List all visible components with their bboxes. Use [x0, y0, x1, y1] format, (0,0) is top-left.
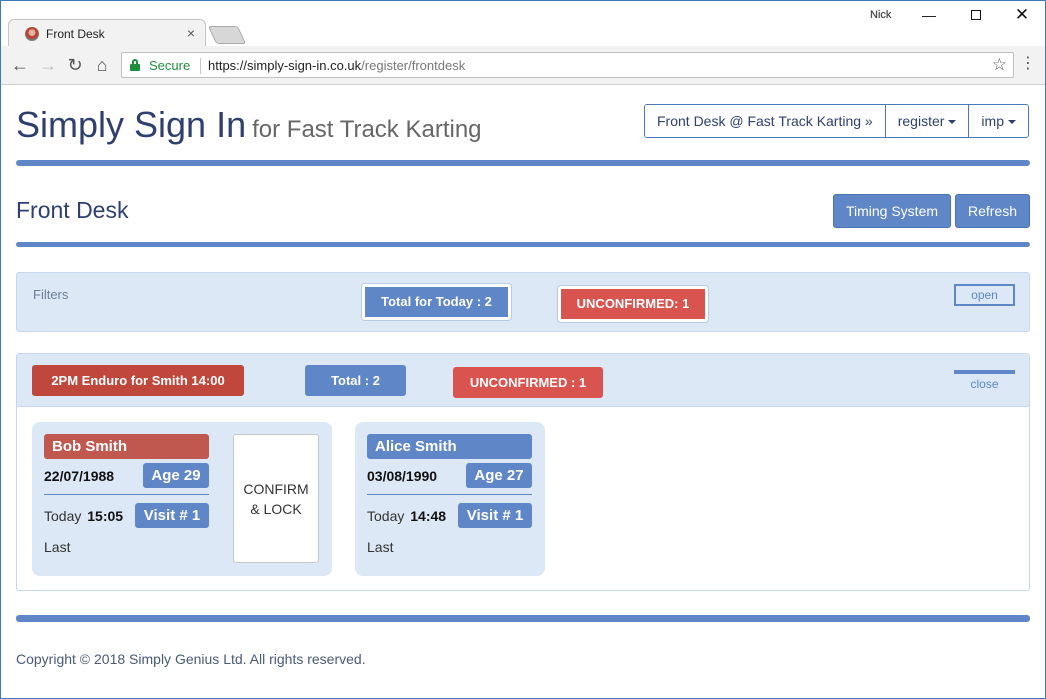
- session-header: 2PM Enduro for Smith 14:00 Total : 2 UNC…: [17, 354, 1029, 407]
- minimize-button[interactable]: —: [906, 4, 952, 26]
- brand-title[interactable]: Simply Sign In for Fast Track Karting: [16, 104, 482, 146]
- attendee-visit-badge: Visit # 1: [458, 503, 532, 528]
- filters-open-button[interactable]: open: [954, 284, 1015, 306]
- register-dropdown[interactable]: register: [885, 105, 970, 137]
- new-tab-button[interactable]: [207, 26, 247, 44]
- unconfirmed-filter-badge[interactable]: UNCONFIRMED: 1: [558, 286, 708, 322]
- browser-toolbar: ← → ↻ ⌂ Secure https://simply-sign-in.co…: [1, 46, 1045, 85]
- address-separator: [200, 58, 201, 74]
- attendee-age-badge: Age 27: [466, 463, 532, 488]
- close-window-button[interactable]: ✕: [999, 4, 1045, 26]
- reload-icon[interactable]: ↻: [64, 54, 86, 76]
- attendee-card: Alice Smith 03/08/1990 Age 27 Today 14:4…: [355, 422, 545, 576]
- profile-name[interactable]: Nick: [870, 9, 891, 21]
- maximize-icon: [971, 10, 981, 20]
- session-panel: 2PM Enduro for Smith 14:00 Total : 2 UNC…: [16, 353, 1030, 591]
- session-total-badge[interactable]: Total : 2: [305, 365, 406, 396]
- url-text[interactable]: https://simply-sign-in.co.uk/register/fr…: [208, 58, 465, 73]
- attendee-age-badge: Age 29: [143, 463, 209, 488]
- browser-titlebar: Front Desk × Nick — ✕: [0, 0, 1046, 47]
- filters-label: Filters: [33, 287, 69, 302]
- tab-close-icon[interactable]: ×: [187, 25, 195, 41]
- session-close-button[interactable]: close: [954, 370, 1015, 392]
- card-divider: [367, 494, 532, 495]
- browser-tab[interactable]: Front Desk ×: [8, 19, 206, 47]
- caret-down-icon: [948, 120, 957, 125]
- attendee-dob: 03/08/1990: [367, 468, 438, 484]
- timing-system-button[interactable]: Timing System: [833, 194, 951, 228]
- attendee-name[interactable]: Bob Smith: [44, 434, 209, 459]
- secure-label[interactable]: Secure: [149, 58, 190, 73]
- confirm-lock-button[interactable]: CONFIRM & LOCK: [233, 434, 319, 563]
- favicon-icon: [25, 27, 39, 41]
- address-bar[interactable]: Secure https://simply-sign-in.co.uk/regi…: [121, 52, 1014, 78]
- forward-arrow-icon[interactable]: →: [37, 54, 59, 76]
- attendee-last: Last: [44, 539, 71, 555]
- location-button[interactable]: Front Desk @ Fast Track Karting »: [645, 105, 886, 137]
- session-name-badge[interactable]: 2PM Enduro for Smith 14:00: [32, 365, 244, 396]
- page-content: Simply Sign In for Fast Track Karting Fro…: [1, 86, 1045, 698]
- browser-menu-icon[interactable]: ⋮: [1020, 55, 1036, 73]
- footer-divider: [16, 615, 1030, 622]
- caret-down-icon: [1007, 120, 1016, 125]
- maximize-button[interactable]: [953, 4, 999, 26]
- page-title: Front Desk: [16, 197, 129, 223]
- back-arrow-icon[interactable]: ←: [9, 54, 31, 76]
- session-unconfirmed-badge[interactable]: UNCONFIRMED : 1: [453, 367, 603, 398]
- bookmark-star-icon[interactable]: ☆: [992, 55, 1007, 75]
- card-divider: [44, 494, 209, 495]
- attendee-today: Today 14:48: [367, 508, 447, 524]
- header-button-group: Front Desk @ Fast Track Karting » regist…: [644, 104, 1029, 138]
- tab-title: Front Desk: [46, 27, 105, 41]
- filters-panel: Filters Total for Today : 2 UNCONFIRMED:…: [16, 272, 1030, 332]
- attendee-last: Last: [367, 539, 394, 555]
- attendee-visit-badge: Visit # 1: [135, 503, 209, 528]
- refresh-button[interactable]: Refresh: [955, 194, 1030, 228]
- attendee-card: Bob Smith 22/07/1988 Age 29 Today 15:05 …: [32, 422, 332, 576]
- user-dropdown[interactable]: imp: [969, 105, 1028, 137]
- home-icon[interactable]: ⌂: [91, 54, 113, 76]
- attendee-name[interactable]: Alice Smith: [367, 434, 532, 459]
- title-divider: [16, 242, 1030, 247]
- header-divider: [16, 160, 1030, 166]
- footer-copyright: Copyright © 2018 Simply Genius Ltd. All …: [16, 651, 366, 667]
- brand-subtitle: for Fast Track Karting: [252, 116, 482, 143]
- total-today-badge[interactable]: Total for Today : 2: [362, 284, 511, 320]
- attendee-dob: 22/07/1988: [44, 468, 115, 484]
- attendee-today: Today 15:05: [44, 508, 124, 524]
- lock-icon[interactable]: [130, 59, 140, 71]
